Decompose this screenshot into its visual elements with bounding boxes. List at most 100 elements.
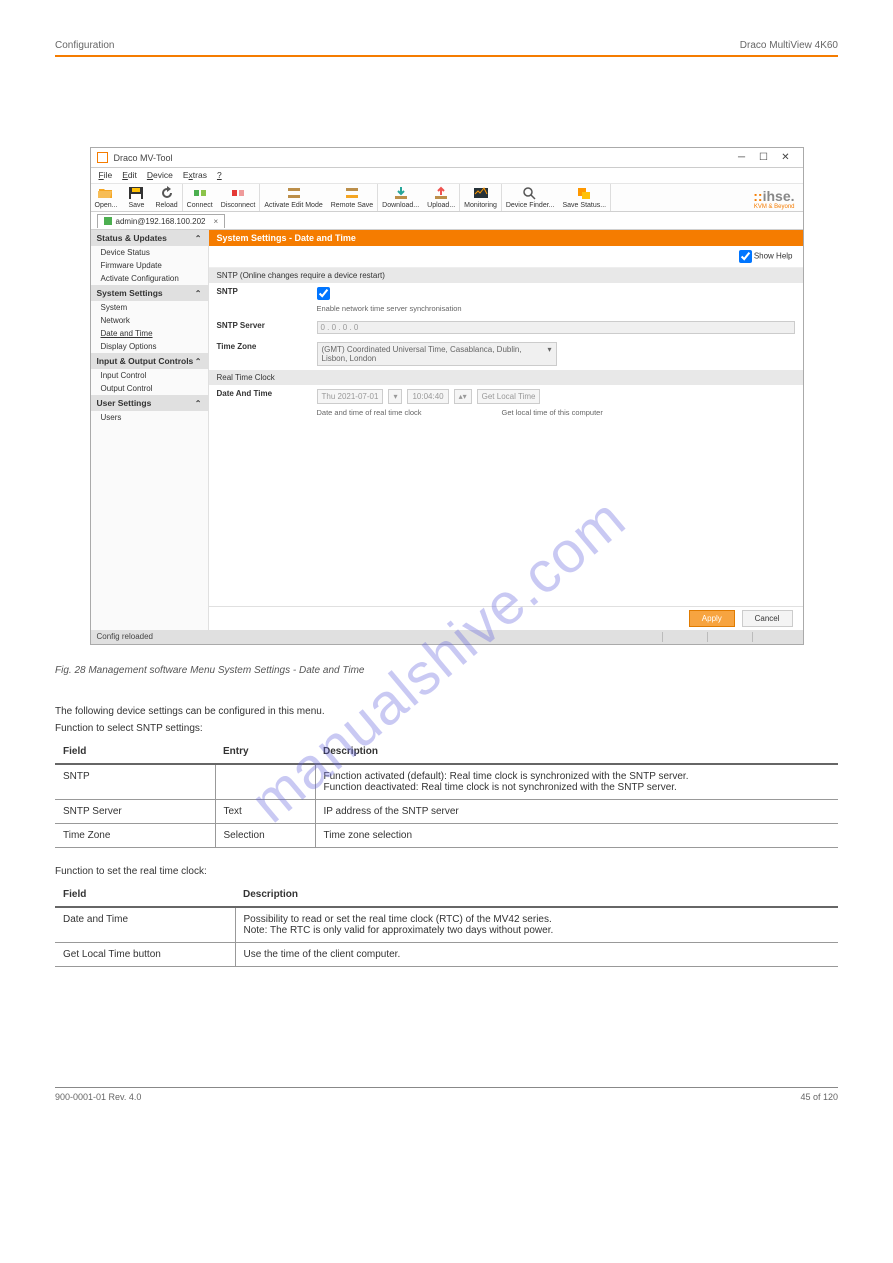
sidebar-section-io[interactable]: Input & Output Controls ⌃ [91, 353, 208, 369]
chevron-up-icon: ⌃ [195, 234, 202, 243]
window-maximize-icon[interactable]: ☐ [753, 150, 775, 166]
menu-bar: File Edit Device Extras ? [91, 168, 803, 184]
connect-icon [192, 186, 208, 200]
chevron-up-icon: ⌃ [195, 289, 202, 298]
chevron-up-icon: ⌃ [195, 399, 202, 408]
app-icon [97, 152, 108, 163]
content-title: System Settings - Date and Time [209, 230, 803, 246]
open-button[interactable]: Open... [91, 184, 122, 211]
rtc-settings-table: Field Description Date and Time Possibil… [55, 883, 838, 967]
disconnect-button[interactable]: Disconnect [217, 184, 260, 211]
save-button[interactable]: Save [121, 184, 151, 211]
doc-header-left: Configuration [55, 40, 114, 51]
reload-icon [159, 186, 175, 200]
app-window: Draco MV-Tool ─ ☐ ✕ File Edit Device Ext… [90, 147, 804, 645]
status-dot-icon [104, 217, 112, 225]
reload-button[interactable]: Reload [151, 184, 181, 211]
date-input[interactable]: Thu 2021-07-01 [317, 389, 384, 404]
timezone-select[interactable]: (GMT) Coordinated Universal Time, Casabl… [317, 342, 557, 366]
upload-icon [433, 186, 449, 200]
status-text: Config reloaded [97, 632, 662, 642]
cancel-button[interactable]: Cancel [742, 610, 793, 627]
folder-open-icon [98, 186, 114, 200]
monitoring-button[interactable]: Monitoring [460, 184, 501, 211]
sntp-label: SNTP [217, 287, 317, 296]
tab-close-icon[interactable]: × [213, 217, 218, 226]
body-text-1: The following device settings can be con… [55, 706, 838, 717]
session-tab[interactable]: admin@192.168.100.202 × [97, 214, 226, 228]
sntp-settings-table: Field Entry Description SNTP Function ac… [55, 740, 838, 848]
session-tab-label: admin@192.168.100.202 [116, 217, 206, 226]
sidebar-item-network[interactable]: Network [91, 314, 208, 327]
sntp-server-input[interactable]: 0 . 0 . 0 . 0 [317, 321, 795, 334]
table1-head-1: Entry [215, 740, 315, 764]
sidebar-item-date-and-time[interactable]: Date and Time [91, 327, 208, 340]
table1-head-2: Description [315, 740, 838, 764]
edit-mode-icon [286, 186, 302, 200]
remote-save-icon [344, 186, 360, 200]
menu-extras[interactable]: Extras [183, 170, 207, 181]
timezone-label: Time Zone [217, 342, 317, 351]
table-row: Date and Time Possibility to read or set… [55, 907, 838, 943]
menu-edit[interactable]: Edit [122, 170, 137, 181]
time-input[interactable]: 10:04:40 [407, 389, 448, 404]
sntp-hint: Enable network time server synchronisati… [317, 304, 795, 313]
menu-help[interactable]: ? [217, 170, 222, 181]
sidebar-section-status[interactable]: Status & Updates ⌃ [91, 230, 208, 246]
sidebar-item-display-options[interactable]: Display Options [91, 340, 208, 353]
sntp-section-header: SNTP (Online changes require a device re… [209, 268, 803, 283]
chevron-up-icon: ⌃ [195, 357, 202, 366]
window-close-icon[interactable]: ✕ [775, 150, 797, 166]
monitoring-icon [473, 186, 489, 200]
menu-device[interactable]: Device [147, 170, 173, 181]
sidebar-item-users[interactable]: Users [91, 411, 208, 424]
table-row: SNTP Server Text IP address of the SNTP … [55, 800, 838, 824]
sidebar-item-input-control[interactable]: Input Control [91, 369, 208, 382]
connect-button[interactable]: Connect [183, 184, 217, 211]
download-button[interactable]: Download... [378, 184, 423, 211]
datetime-hint2: Get local time of this computer [502, 408, 603, 417]
menu-file[interactable]: File [99, 170, 113, 181]
doc-header: Configuration Draco MultiView 4K60 [55, 40, 838, 57]
session-tab-row: admin@192.168.100.202 × [91, 212, 803, 230]
doc-header-right: Draco MultiView 4K60 [740, 40, 838, 51]
show-help-label: Show Help [754, 252, 793, 261]
sidebar-section-user[interactable]: User Settings ⌃ [91, 395, 208, 411]
show-help-checkbox[interactable] [739, 250, 752, 263]
title-bar: Draco MV-Tool ─ ☐ ✕ [91, 148, 803, 168]
brand-logo: ::ihse. KVM & Beyond [753, 188, 794, 210]
table-row: SNTP Function activated (default): Real … [55, 764, 838, 800]
window-minimize-icon[interactable]: ─ [731, 150, 753, 166]
time-spinner-icon[interactable]: ▴▾ [454, 389, 472, 404]
upload-button[interactable]: Upload... [423, 184, 459, 211]
save-status-button[interactable]: Save Status... [559, 184, 611, 211]
remote-save-button[interactable]: Remote Save [327, 184, 377, 211]
show-help-row: Show Help [209, 246, 803, 268]
sidebar: Status & Updates ⌃ Device Status Firmwar… [91, 230, 209, 630]
get-local-time-button[interactable]: Get Local Time [477, 389, 541, 404]
dialog-buttons: Apply Cancel [209, 606, 803, 630]
toolbar: Open... Save Reload Connect [91, 184, 803, 212]
device-finder-button[interactable]: Device Finder... [502, 184, 559, 211]
sidebar-item-output-control[interactable]: Output Control [91, 382, 208, 395]
body-text-2: Function to select SNTP settings: [55, 723, 838, 734]
date-dropdown-icon[interactable]: ▾ [388, 389, 402, 404]
download-icon [393, 186, 409, 200]
sidebar-section-system[interactable]: System Settings ⌃ [91, 285, 208, 301]
sidebar-item-system[interactable]: System [91, 301, 208, 314]
disconnect-icon [230, 186, 246, 200]
sntp-checkbox[interactable] [317, 287, 330, 300]
sidebar-item-activate-config[interactable]: Activate Configuration [91, 272, 208, 285]
table-row: Time Zone Selection Time zone selection [55, 824, 838, 848]
footer-right: 45 of 120 [800, 1092, 838, 1102]
status-bar: Config reloaded [91, 630, 803, 644]
doc-footer: 900-0001-01 Rev. 4.0 45 of 120 [55, 1087, 838, 1102]
sidebar-item-firmware-update[interactable]: Firmware Update [91, 259, 208, 272]
activate-edit-mode-button[interactable]: Activate Edit Mode [260, 184, 326, 211]
content-pane: System Settings - Date and Time Show Hel… [209, 230, 803, 630]
table2-head-1: Description [235, 883, 838, 907]
chevron-down-icon: ▾ [547, 345, 551, 363]
sidebar-item-device-status[interactable]: Device Status [91, 246, 208, 259]
app-title: Draco MV-Tool [114, 153, 731, 163]
apply-button[interactable]: Apply [689, 610, 735, 627]
